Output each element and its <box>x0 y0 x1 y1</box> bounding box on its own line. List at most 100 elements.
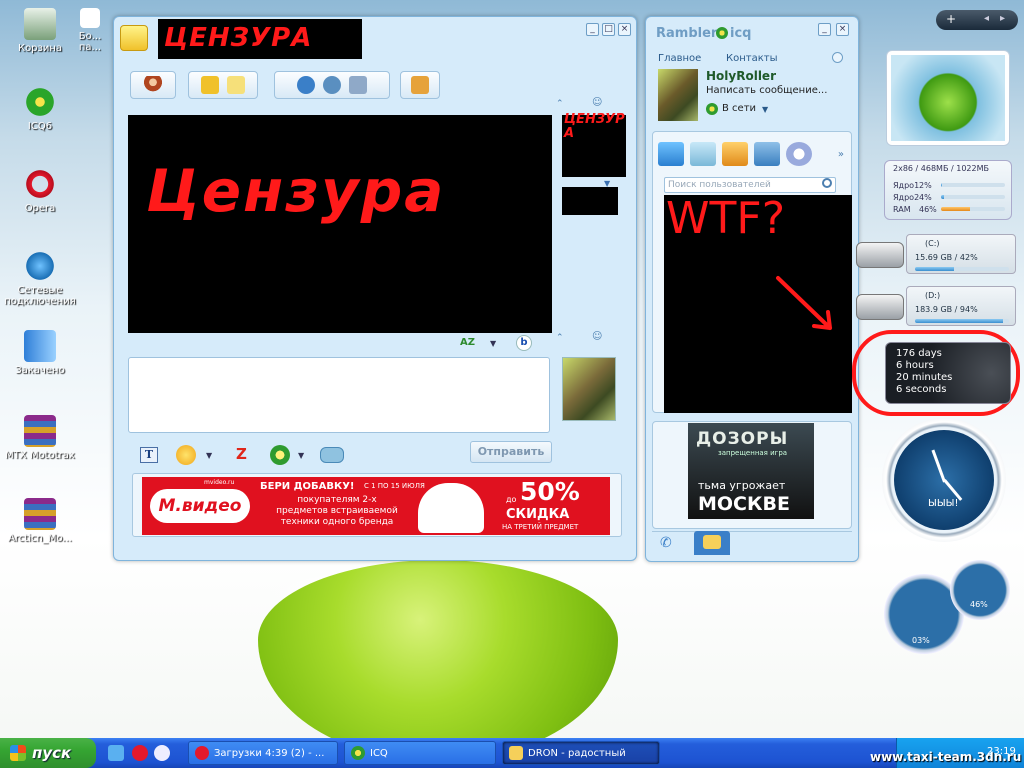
dozory-banner[interactable]: ДОЗОРЫ запрещенная игра тьма угрожает МО… <box>688 423 814 519</box>
uptime-seconds: 6 seconds <box>896 384 947 395</box>
task-downloads[interactable]: Загрузки 4:39 (2) - ... <box>188 741 338 765</box>
phone-tab-icon[interactable]: ✆ <box>660 535 672 551</box>
desktop-icon-icq6[interactable]: ICQ6 <box>0 86 80 132</box>
maximize-button[interactable]: □ <box>602 23 615 36</box>
drive-bar <box>915 267 1009 271</box>
more-apps-icon[interactable]: » <box>838 149 844 160</box>
multi-message-icon <box>227 76 245 94</box>
presence-label[interactable]: В сети <box>722 103 756 114</box>
minimize-button[interactable]: _ <box>586 23 599 36</box>
title-censor-text: ЦЕНЗУРА <box>164 23 313 53</box>
desktop-icon-mototrax[interactable]: MTX Mototrax <box>0 415 80 461</box>
tab-contacts[interactable]: Контакты <box>726 53 777 64</box>
font-style-icon[interactable]: T <box>140 447 158 463</box>
gamepad-icon[interactable] <box>320 447 344 463</box>
bold-icon[interactable]: b <box>516 335 532 351</box>
user-name: HolyRoller <box>706 69 776 83</box>
ad-chef-illustration <box>418 483 484 533</box>
ad-discount-note: НА ТРЕТИЙ ПРЕДМЕТ <box>502 523 579 531</box>
uptime-minutes: 20 minutes <box>896 372 953 383</box>
smiley-icon[interactable] <box>176 445 196 465</box>
phone-icon <box>297 76 315 94</box>
avatar-censor-text: ЦЕНЗУРА <box>564 112 625 141</box>
close-button[interactable]: × <box>618 23 631 36</box>
drive-name: (C:) <box>925 239 940 248</box>
start-label: пуск <box>32 744 72 762</box>
cpu-row-label: Ядро2 <box>893 192 920 202</box>
winrar-icon <box>24 415 56 447</box>
smiley-dropdown-icon[interactable]: ▼ <box>206 451 212 460</box>
task-chat[interactable]: DRON - радостный <box>502 741 660 765</box>
tab-main[interactable]: Главное <box>658 53 701 64</box>
animation-dropdown-icon[interactable]: ▼ <box>298 451 304 460</box>
quicklaunch-player-icon[interactable] <box>154 745 170 761</box>
presence-dropdown-icon[interactable]: ▼ <box>762 105 768 114</box>
cpu-row-value: 2% <box>919 180 932 190</box>
user-avatar[interactable] <box>658 69 698 121</box>
clock-gadget[interactable]: ЫЫЫ! <box>882 418 1006 542</box>
animation-icon[interactable] <box>270 445 290 465</box>
add-gadget-icon[interactable]: + <box>946 12 956 26</box>
next-icon[interactable]: ▸ <box>1000 13 1005 24</box>
red-arrow-annotation <box>776 276 832 330</box>
ad-brand-logo: М.видео <box>150 489 250 523</box>
cpu-row-bar <box>941 195 1005 199</box>
online-status-icon <box>706 103 718 115</box>
cpu-row-label: Ядро1 <box>893 180 920 190</box>
recycle-bin-icon <box>24 8 56 40</box>
desktop-icon-arctic[interactable]: Arcticn_Mo... <box>0 498 80 544</box>
collapse-arrow-icon[interactable]: ⌃ <box>556 99 564 109</box>
desktop-icon-label: Бо... па... <box>78 31 102 53</box>
message-input[interactable] <box>128 357 550 433</box>
start-button[interactable]: пуск <box>0 738 96 768</box>
prev-icon[interactable]: ◂ <box>984 13 989 24</box>
spellcheck-dropdown-icon[interactable]: ▼ <box>490 339 496 348</box>
drive-bar <box>915 319 1009 323</box>
send-button[interactable]: Отправить <box>470 441 552 463</box>
quicklaunch-desktop-icon[interactable] <box>108 745 124 761</box>
ad-headline: БЕРИ ДОБАВКУ! <box>260 481 355 492</box>
drive-c-gadget: (C:) 15.69 GB / 42% <box>856 234 1016 278</box>
ad-banner[interactable]: М.видео mvideo.ru БЕРИ ДОБАВКУ! С 1 ПО 1… <box>142 477 610 535</box>
drive-info: 15.69 GB / 42% <box>915 253 978 262</box>
message-mode-group[interactable] <box>188 71 258 99</box>
contact-info-icon[interactable]: ☺ <box>592 97 602 108</box>
task-label: Загрузки 4:39 (2) - ... <box>214 747 325 759</box>
mail-tab[interactable] <box>694 531 730 555</box>
apps-toolbar: » <box>658 139 844 169</box>
menu-icon[interactable] <box>832 52 843 63</box>
icq-close-button[interactable]: × <box>836 23 849 36</box>
send-file-button[interactable] <box>400 71 440 99</box>
desktop-icon-opera[interactable]: Opera <box>0 168 80 214</box>
cpu-row-core2: Ядро2 4% <box>893 191 1005 203</box>
desktop-icon-partial[interactable]: Бо... па... <box>70 8 110 53</box>
globe-icon <box>24 250 56 282</box>
desktop-icon-recycle-bin[interactable]: Корзина <box>0 8 80 54</box>
cpu-row-label: RAM <box>893 204 911 214</box>
windows-logo-icon <box>10 745 26 761</box>
drive-d-panel: (D:) 183.9 GB / 94% <box>906 286 1016 326</box>
music-icon[interactable] <box>786 142 812 166</box>
desktop-icon-network[interactable]: Сетевые подключения <box>0 250 80 307</box>
call-group[interactable] <box>274 71 390 99</box>
search-icon[interactable] <box>822 178 832 188</box>
user-search-input[interactable]: Поиск пользователей <box>664 177 836 193</box>
games-icon[interactable] <box>690 142 716 166</box>
slideshow-gadget[interactable] <box>886 50 1010 146</box>
quicklaunch-opera-icon[interactable] <box>132 745 148 761</box>
my-info-icon[interactable]: ☺ <box>592 331 602 342</box>
icq-minimize-button[interactable]: _ <box>818 23 831 36</box>
wallpaper-apple <box>258 560 618 760</box>
spellcheck-icon[interactable]: AZ <box>460 337 475 348</box>
desktop-icon-downloads[interactable]: Закачено <box>0 330 80 376</box>
mail-icon[interactable] <box>754 142 780 166</box>
chat-rooms-icon[interactable] <box>658 142 684 166</box>
status-message-field[interactable]: Написать сообщение... <box>706 85 827 96</box>
collapse-arrow-icon[interactable]: ⌃ <box>556 333 564 343</box>
drive-info: 183.9 GB / 94% <box>915 305 978 314</box>
desktop-icon-label: ICQ6 <box>27 121 53 132</box>
task-icq[interactable]: ICQ <box>344 741 496 765</box>
nudge-icon[interactable]: Z <box>236 445 247 463</box>
cards-icon[interactable] <box>722 142 748 166</box>
add-contact-button[interactable] <box>130 71 176 99</box>
